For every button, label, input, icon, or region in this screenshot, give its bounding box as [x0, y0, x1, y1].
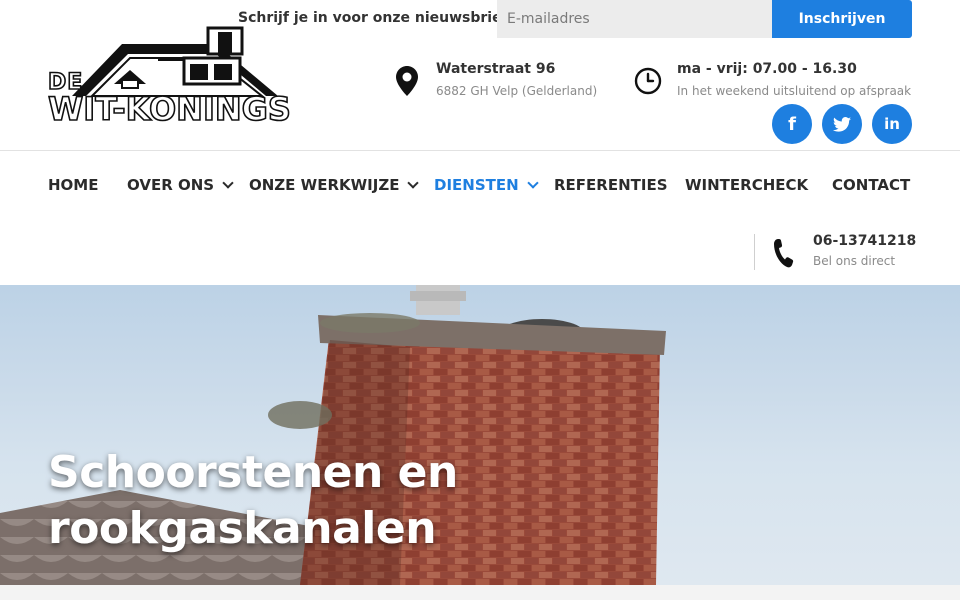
clock-icon [634, 67, 662, 95]
newsletter-label: Schrijf je in voor onze nieuwsbrief [238, 10, 508, 26]
chevron-down-icon [407, 177, 420, 189]
hero-bottom-strip [0, 585, 960, 600]
phone-number[interactable]: 06-13741218 [813, 233, 916, 249]
nav-item-onze-werkwijze[interactable]: Onze werkwijze [249, 176, 420, 194]
hero-banner: Schoorstenen en rookgaskanalen [0, 285, 960, 585]
facebook-icon[interactable]: f [772, 104, 812, 144]
address-street: Waterstraat 96 [436, 61, 556, 77]
nav-item-label: Home [48, 176, 99, 194]
nav-item-home[interactable]: Home [48, 176, 98, 194]
nav-item-label: Contact [832, 176, 911, 194]
chevron-down-icon [527, 177, 539, 189]
subscribe-button[interactable]: Inschrijven [772, 0, 912, 38]
nav-item-referenties[interactable]: Referenties [554, 176, 668, 194]
phone-divider [754, 234, 755, 270]
main-navigation: Home Over ons Onze werkwijze Diensten Re… [0, 151, 960, 285]
opening-hours-note: In het weekend uitsluitend op afspraak [677, 84, 912, 98]
twitter-icon[interactable] [822, 104, 862, 144]
nav-item-contact[interactable]: Contact [832, 176, 910, 194]
map-marker-icon [396, 66, 418, 96]
phone-note: Bel ons direct [813, 254, 896, 268]
logo-text-main: WIT-KONINGS [47, 89, 292, 129]
nav-item-wintercheck[interactable]: Wintercheck [685, 176, 808, 194]
site-header: DE WIT-KONINGS Schrijf je in voor onze n… [0, 0, 960, 150]
chevron-down-icon [222, 177, 234, 189]
nav-item-label: Wintercheck [685, 176, 809, 194]
nav-item-over-ons[interactable]: Over ons [127, 176, 234, 194]
site-logo[interactable]: DE WIT-KONINGS [47, 26, 292, 130]
nav-item-label: Onze werkwijze [249, 176, 400, 194]
newsletter-email-input[interactable] [497, 0, 773, 38]
nav-item-label: Over ons [127, 176, 215, 194]
nav-item-label: Diensten [434, 176, 519, 194]
linkedin-icon[interactable]: in [872, 104, 912, 144]
nav-item-diensten[interactable]: Diensten [434, 176, 539, 194]
opening-hours: ma - vrij: 07.00 - 16.30 [677, 61, 857, 77]
nav-item-label: Referenties [554, 176, 668, 194]
address-city: 6882 GH Velp (Gelderland) [436, 84, 598, 98]
phone-icon[interactable] [774, 238, 794, 268]
hero-title: Schoorstenen en rookgaskanalen [48, 447, 458, 554]
